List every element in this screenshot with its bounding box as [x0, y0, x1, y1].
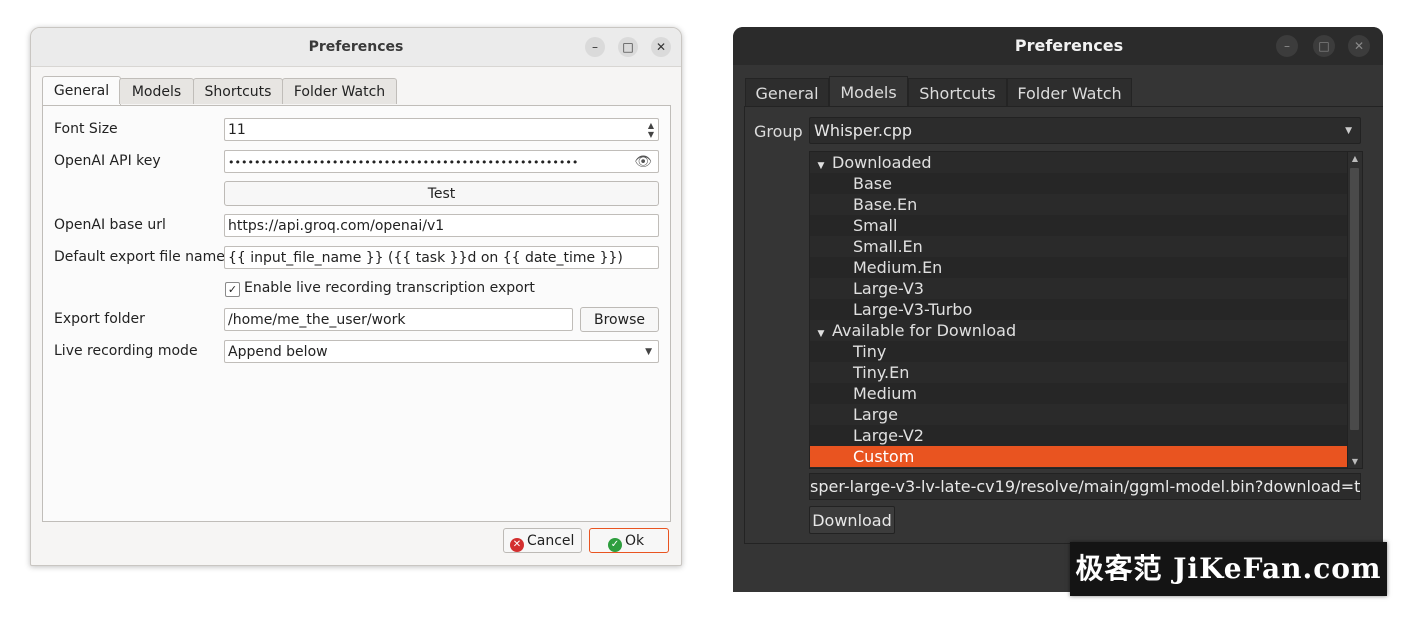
chevron-down-icon: ▼	[1345, 126, 1352, 136]
browse-button[interactable]: Browse	[580, 307, 659, 332]
tab-models[interactable]: Models	[119, 78, 194, 104]
cancel-label: Cancel	[527, 533, 575, 549]
tree-scrollbar[interactable]: ▲ ▼	[1347, 152, 1362, 468]
custom-model-url-field[interactable]: sper-large-v3-lv-late-cv19/resolve/main/…	[809, 473, 1361, 500]
tab-general[interactable]: General	[42, 76, 121, 106]
api-key-field[interactable]: ••••••••••••••••••••••••••••••••••••••••…	[224, 150, 659, 173]
group-value: Whisper.cpp	[814, 121, 913, 140]
group-combobox[interactable]: Whisper.cpp ▼	[809, 117, 1361, 144]
tree-item[interactable]: Large	[810, 404, 1362, 425]
minimize-icon[interactable]: –	[1276, 35, 1298, 57]
base-url-label: OpenAI base url	[54, 217, 166, 233]
tree-item[interactable]: Large-V3	[810, 278, 1362, 299]
preferences-window-dark: Preferences – □ ✕ General Models Shortcu…	[733, 27, 1383, 592]
live-mode-combobox[interactable]: Append below ▼	[224, 340, 659, 363]
tree-item[interactable]: Small.En	[810, 236, 1362, 257]
export-name-field[interactable]: {{ input_file_name }} ({{ task }}d on {{…	[224, 246, 659, 269]
watermark-logo: 极客范 JiKeFan.com	[1070, 542, 1387, 596]
font-size-value: 11	[228, 122, 246, 138]
cancel-button[interactable]: ✕ Cancel	[503, 528, 582, 553]
eye-icon[interactable]: 👁	[634, 151, 652, 172]
close-icon[interactable]: ✕	[651, 37, 671, 57]
scroll-down-icon[interactable]: ▼	[1348, 457, 1362, 466]
tab-shortcuts[interactable]: Shortcuts	[908, 78, 1007, 107]
tab-shortcuts[interactable]: Shortcuts	[193, 78, 283, 104]
tab-folder-watch[interactable]: Folder Watch	[282, 78, 397, 104]
tree-item[interactable]: Medium	[810, 383, 1362, 404]
tree-item[interactable]: Base	[810, 173, 1362, 194]
spin-arrows-icon[interactable]: ▲ ▼	[646, 121, 656, 139]
title-bar: Preferences – □ ✕	[733, 27, 1383, 65]
general-panel: Font Size 11 ▲ ▼ OpenAI API key •••••••••…	[42, 105, 671, 522]
group-label: Group	[754, 122, 803, 141]
model-tree[interactable]: ▼ Downloaded Base Base.En Small Small.En …	[809, 151, 1363, 469]
preferences-window-light: Preferences – □ ✕ General Models Shortcu…	[30, 27, 682, 566]
close-icon[interactable]: ✕	[1348, 35, 1370, 57]
ok-button[interactable]: ✓ Ok	[589, 528, 669, 553]
live-export-checkbox-label[interactable]: Enable live recording transcription expo…	[244, 280, 535, 296]
tree-group-label: Downloaded	[832, 153, 932, 172]
tree-group-downloaded[interactable]: ▼ Downloaded	[810, 152, 1346, 173]
export-folder-field[interactable]: /home/me_the_user/work	[224, 308, 573, 331]
ok-label: Ok	[625, 533, 645, 549]
live-mode-value: Append below	[228, 344, 328, 360]
ok-icon: ✓	[608, 538, 622, 552]
download-button[interactable]: Download	[809, 506, 895, 534]
base-url-field[interactable]: https://api.groq.com/openai/v1	[224, 214, 659, 237]
font-size-label: Font Size	[54, 121, 118, 137]
minimize-icon[interactable]: –	[585, 37, 605, 57]
tree-item[interactable]: Tiny.En	[810, 362, 1362, 383]
export-folder-label: Export folder	[54, 311, 145, 327]
cancel-icon: ✕	[510, 538, 524, 552]
tree-group-label: Available for Download	[832, 321, 1017, 340]
test-button[interactable]: Test	[224, 181, 659, 206]
tab-folder-watch[interactable]: Folder Watch	[1007, 78, 1132, 107]
window-title: Preferences	[308, 39, 404, 55]
tree-item[interactable]: Large-V3-Turbo	[810, 299, 1362, 320]
title-bar: Preferences – □ ✕	[31, 28, 681, 67]
live-export-checkbox[interactable]: ✓	[225, 282, 240, 297]
tree-item[interactable]: Medium.En	[810, 257, 1362, 278]
export-name-label: Default export file name	[54, 249, 225, 265]
tree-item[interactable]: Base.En	[810, 194, 1362, 215]
chevron-down-icon: ▼	[645, 347, 652, 357]
font-size-spinbox[interactable]: 11 ▲ ▼	[224, 118, 659, 141]
tree-item[interactable]: Small	[810, 215, 1362, 236]
tab-models[interactable]: Models	[829, 76, 908, 109]
live-mode-label: Live recording mode	[54, 343, 198, 359]
maximize-icon[interactable]: □	[618, 37, 638, 57]
tree-group-available[interactable]: ▼ Available for Download	[810, 320, 1346, 341]
scrollbar-thumb[interactable]	[1350, 168, 1359, 430]
tree-item-selected[interactable]: Custom	[810, 446, 1362, 467]
scroll-up-icon[interactable]: ▲	[1348, 154, 1362, 163]
tree-item[interactable]: Large-V2	[810, 425, 1362, 446]
tree-item[interactable]: Tiny	[810, 341, 1362, 362]
maximize-icon[interactable]: □	[1313, 35, 1335, 57]
api-key-label: OpenAI API key	[54, 153, 161, 169]
tab-general[interactable]: General	[745, 78, 829, 107]
api-key-value: ••••••••••••••••••••••••••••••••••••••••…	[228, 156, 579, 169]
